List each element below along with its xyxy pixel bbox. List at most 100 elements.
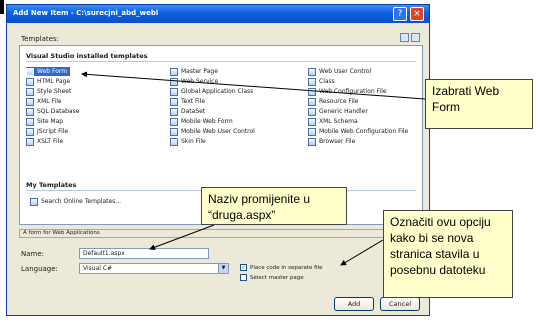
generic-handler-icon	[308, 107, 316, 116]
search-online-templates-item[interactable]: Search Online Templates...	[30, 197, 121, 206]
global-application-class-icon	[170, 87, 178, 96]
separate-file-option[interactable]: ✓ Place code in separate file	[240, 264, 323, 271]
add-button[interactable]: Add	[334, 297, 374, 311]
dataset-icon	[170, 107, 178, 116]
template-item[interactable]: SQL Database	[26, 107, 79, 116]
template-item-label: HTML Page	[37, 78, 71, 85]
template-item-label: Resource File	[319, 98, 359, 105]
template-item[interactable]: Mobile Web User Control	[170, 127, 255, 136]
template-item[interactable]: Mobile Web Configuration File	[308, 127, 408, 136]
web-form-icon	[26, 67, 34, 76]
language-select[interactable]: Visual C# ▼	[79, 263, 229, 274]
separate-file-checkbox[interactable]: ✓	[240, 264, 247, 271]
title-bar[interactable]: Add New Item - C:\surecjni_abd_webl ? ×	[7, 5, 429, 23]
template-item-label: DataSet	[181, 108, 206, 115]
template-item[interactable]: Master Page	[170, 67, 218, 76]
template-item[interactable]: Resource File	[308, 97, 358, 106]
template-item[interactable]: Text File	[170, 97, 205, 106]
text-file-icon	[170, 97, 178, 106]
mobile-web-form-icon	[170, 117, 178, 126]
resource-file-icon	[308, 97, 316, 106]
template-item[interactable]: Browser File	[308, 137, 355, 146]
template-item[interactable]: Skin File	[170, 137, 206, 146]
template-item-label: Generic Handler	[319, 108, 368, 115]
language-label: Language:	[21, 265, 58, 273]
chevron-down-icon[interactable]: ▼	[218, 264, 228, 273]
template-item[interactable]: DataSet	[170, 107, 205, 116]
close-button[interactable]: ×	[410, 7, 424, 21]
template-item-label: Browser File	[319, 138, 356, 145]
template-item-label: Style Sheet	[37, 88, 72, 95]
template-item[interactable]: Generic Handler	[308, 107, 368, 116]
template-item-label: XML Schema	[319, 118, 358, 125]
template-item[interactable]: Web Form	[26, 67, 71, 76]
template-item[interactable]: XSLT File	[26, 137, 63, 146]
style-sheet-icon	[26, 87, 34, 96]
template-item[interactable]: XML File	[26, 97, 62, 106]
template-item[interactable]: Style Sheet	[26, 87, 71, 96]
template-item[interactable]: Mobile Web Form	[170, 117, 233, 126]
template-item-label: Master Page	[181, 68, 218, 75]
template-item[interactable]: XML Schema	[308, 117, 358, 126]
template-item-label: Web Service	[181, 78, 219, 85]
mobile-web-configuration-file-icon	[308, 127, 316, 136]
web-configuration-file-icon	[308, 87, 316, 96]
separate-file-label: Place code in separate file	[250, 264, 323, 271]
master-page-label: Select master page	[250, 274, 304, 281]
template-item-label: Global Application Class	[181, 88, 254, 95]
master-page-checkbox[interactable]	[240, 274, 247, 281]
template-item-label: SQL Database	[37, 108, 80, 115]
small-icons-view-button[interactable]	[411, 33, 420, 42]
template-item[interactable]: JScript File	[26, 127, 68, 136]
web-service-icon	[170, 77, 178, 86]
xml-schema-icon	[308, 117, 316, 126]
class-icon	[308, 77, 316, 86]
name-label: Name:	[21, 250, 45, 258]
template-description: A form for Web Applications	[19, 229, 423, 238]
site-map-icon	[26, 117, 34, 126]
web-user-control-icon	[308, 67, 316, 76]
template-item[interactable]: Global Application Class	[170, 87, 253, 96]
large-icons-view-button[interactable]	[400, 33, 409, 42]
template-item-label: Web Configuration File	[319, 88, 387, 95]
browser-file-icon	[308, 137, 316, 146]
template-item-label: Web Form	[37, 68, 68, 75]
installed-templates-heading: Visual Studio installed templates	[26, 52, 148, 60]
language-value: Visual C#	[83, 265, 113, 272]
jscript-file-icon	[26, 127, 34, 136]
template-item-label: XML File	[37, 98, 62, 105]
template-item-label: Class	[319, 78, 335, 85]
xslt-file-icon	[26, 137, 34, 146]
search-online-icon	[30, 197, 38, 206]
template-item[interactable]: Class	[308, 77, 335, 86]
template-item-label: Mobile Web Configuration File	[319, 128, 409, 135]
templates-label: Templates:	[21, 35, 59, 43]
template-item[interactable]: Web Configuration File	[308, 87, 387, 96]
template-item-label: Site Map	[37, 118, 64, 125]
search-online-label: Search Online Templates...	[41, 198, 122, 205]
template-item[interactable]: Site Map	[26, 117, 63, 126]
html-page-icon	[26, 77, 34, 86]
corner-mark	[0, 0, 4, 14]
skin-file-icon	[170, 137, 178, 146]
name-input[interactable]: Default1.aspx	[79, 248, 209, 259]
template-item-label: Mobile Web User Control	[181, 128, 255, 135]
section-divider	[26, 61, 416, 62]
template-item-label: Mobile Web Form	[181, 118, 233, 125]
master-page-option[interactable]: Select master page	[240, 274, 304, 281]
master-page-icon	[170, 67, 178, 76]
callout-separate-file: Označiti ovu opciju kako bi se nova stra…	[383, 210, 513, 298]
help-button[interactable]: ?	[393, 7, 407, 21]
template-item-label: Web User Control	[319, 68, 372, 75]
callout-rename-file: Naziv promijenite u “druga.aspx”	[201, 187, 347, 225]
sql-database-icon	[26, 107, 34, 116]
template-item[interactable]: HTML Page	[26, 77, 70, 86]
template-item-label: XSLT File	[37, 138, 64, 145]
template-item[interactable]: Web User Control	[308, 67, 371, 76]
add-new-item-dialog: Add New Item - C:\surecjni_abd_webl ? × …	[6, 4, 430, 316]
callout-select-web-form: Izabrati Web Form	[425, 79, 533, 129]
my-templates-heading: My Templates	[26, 181, 77, 189]
template-item-label: JScript File	[37, 128, 69, 135]
template-item[interactable]: Web Service	[170, 77, 218, 86]
cancel-button[interactable]: Cancel	[380, 297, 420, 311]
